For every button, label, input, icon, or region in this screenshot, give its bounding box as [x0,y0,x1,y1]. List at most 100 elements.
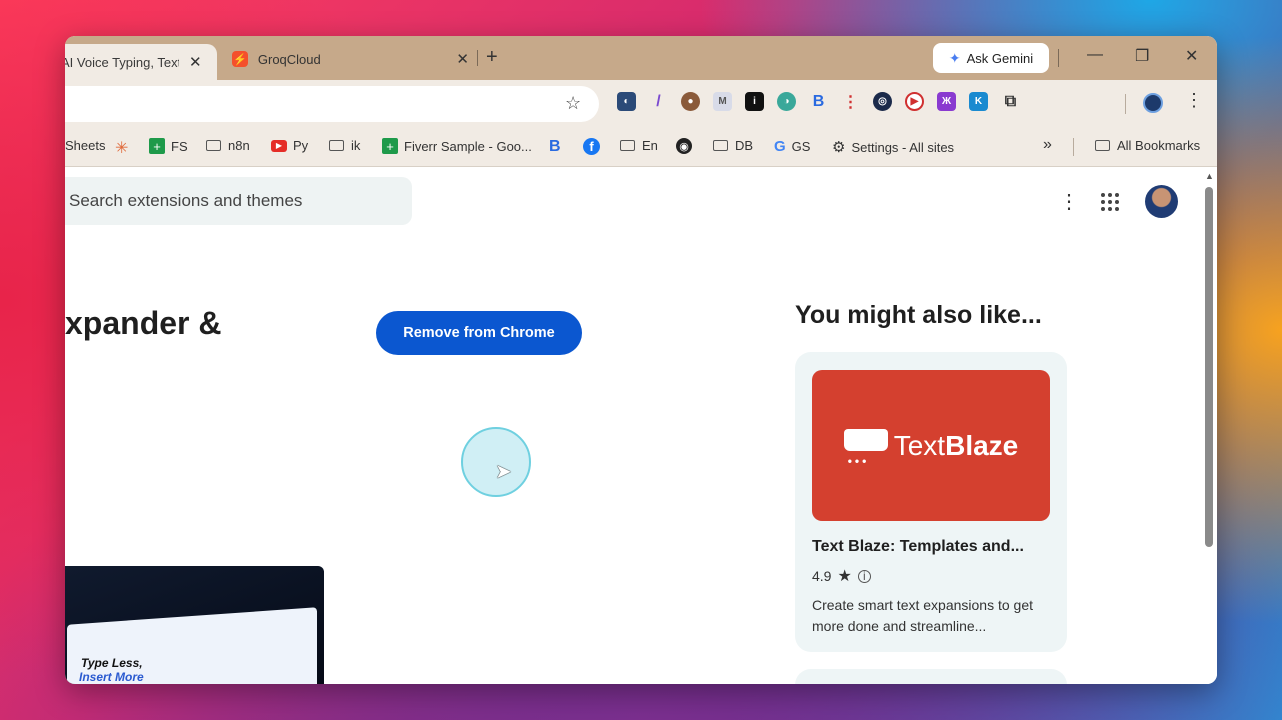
ask-gemini-button[interactable]: ✦ Ask Gemini [933,43,1049,73]
logo-text: TextBlaze [893,429,1019,461]
bookmark-label: DB [735,138,754,153]
card-rating: 4.9 ★ i [812,566,871,586]
google-apps-icon[interactable] [1101,193,1119,211]
extension-icon[interactable]: M [713,92,732,111]
feather-extension-icon[interactable]: / [649,92,668,111]
dots-extension-icon[interactable]: ⋮ [841,92,860,111]
extension-icon[interactable]: ◎ [873,92,892,111]
mouse-cursor-highlight: ➤ [461,427,531,497]
extensions-row: ◐ / ● M i ◑ B ⋮ ◎ ▶ Ж K ⧉ [617,92,1020,111]
gemini-spark-icon: ✦ [948,49,961,66]
info-extension-icon[interactable]: i [745,92,764,111]
card-thumbnail: ••• TextBlaze [812,370,1050,521]
bookmark-ik[interactable]: ik [329,138,360,153]
bookmark-gs[interactable]: G GS [774,138,810,155]
sheets-icon: + [149,138,165,154]
bookmark-label: n8n [228,138,250,153]
promo-text: Insert More [79,670,144,684]
extension-icon[interactable]: Ж [937,92,956,111]
promo-text: Type Less, [81,656,143,670]
restore-icon[interactable]: ❐ [1135,46,1149,66]
divider [1073,138,1074,156]
bookmark-label: Sheets [65,138,106,153]
tab-strip: AI Voice Typing, Text Expander ✕ ⚡ GroqC… [65,36,1217,80]
folder-icon [329,140,344,151]
recommendation-card[interactable] [795,669,1067,684]
folder-icon [206,140,221,151]
bookmark-label: Py [293,138,309,153]
extension-screenshot[interactable]: Type Less, Insert More [65,566,324,684]
textblaze-logo-icon: ••• [843,428,888,468]
facebook-icon: f [583,138,600,155]
avatar[interactable] [1145,185,1178,218]
address-bar[interactable]: ☆ [65,86,599,122]
bookmark-all-bookmarks[interactable]: All Bookmarks [1095,138,1200,153]
bookmark-en[interactable]: En [620,138,658,153]
globe-icon: ◉ [676,138,692,154]
google-icon: G [774,138,786,155]
k-extension-icon[interactable]: K [969,92,988,111]
page-title: xpander & [65,305,222,341]
bookmark-star-icon[interactable]: ☆ [565,93,581,114]
bookmark-fs[interactable]: + FS [149,138,188,154]
bookmark-star[interactable]: ✳ [115,138,134,158]
record-extension-icon[interactable]: ▶ [905,92,924,111]
bookmark-sheets[interactable]: Sheets [65,138,105,153]
star-icon: ★ [837,568,852,585]
close-icon[interactable]: ✕ [189,53,202,71]
page-content: Search extensions and themes ⋮ xpander &… [65,167,1217,684]
scrollbar[interactable]: ▲ [1201,167,1217,684]
bookmark-label: ik [351,138,361,153]
bookmark-label: FS [171,138,188,154]
bookmark-n8n[interactable]: n8n [206,138,250,153]
bookmark-fiverr-sample[interactable]: + Fiverr Sample - Goo... [382,138,532,154]
gear-icon: ⚙ [832,139,846,156]
bookmark-label: En [642,138,658,153]
minimize-icon[interactable]: — [1087,46,1103,64]
remove-from-chrome-button[interactable]: Remove from Chrome [376,311,582,355]
youtube-icon: ▶ [271,139,287,152]
folder-icon [620,140,635,151]
card-title: Text Blaze: Templates and... [812,538,1024,555]
tab-title: AI Voice Typing, Text Expander [65,54,179,70]
scrollbar-thumb[interactable] [1205,187,1213,547]
recommendation-card[interactable]: ••• TextBlaze Text Blaze: Templates and.… [795,352,1067,652]
bookmarks-bar: Sheets ✳ + FS n8n ▶ Py ik + Fiverr Sampl… [65,128,1217,167]
extension-icon[interactable]: ◐ [617,92,636,111]
divider [1125,94,1126,114]
close-icon[interactable]: ✕ [456,50,469,68]
search-input[interactable]: Search extensions and themes [65,177,412,225]
bookmark-blaze[interactable]: B [549,138,567,156]
bookmark-settings[interactable]: ⚙ Settings - All sites [832,138,954,156]
more-bookmarks-icon[interactable]: » [1043,136,1052,154]
folder-icon [1095,140,1110,151]
scroll-up-icon[interactable]: ▲ [1205,171,1214,181]
rating-value: 4.9 [812,568,832,584]
close-window-icon[interactable]: ✕ [1185,46,1198,66]
tab-title: GroqCloud [257,51,321,67]
bookmark-facebook[interactable]: f [583,138,606,155]
sparkle-icon: ✳ [115,140,129,157]
blaze-extension-icon[interactable]: B [809,92,828,111]
bookmark-py[interactable]: ▶ Py [271,138,308,153]
blaze-icon: B [549,138,561,155]
globe-extension-icon[interactable]: ◑ [777,92,796,111]
more-options-icon[interactable]: ⋮ [1059,189,1079,214]
bookmark-db[interactable]: DB [713,138,753,153]
tab-groqcloud[interactable]: ⚡ GroqCloud ✕ [223,44,469,74]
cookie-extension-icon[interactable]: ● [681,92,700,111]
divider [1058,49,1059,67]
tab-active[interactable]: AI Voice Typing, Text Expander ✕ [65,44,217,80]
bookmark-label: Fiverr Sample - Goo... [404,138,532,154]
folder-icon [713,140,728,151]
info-icon[interactable]: i [857,569,871,583]
puzzle-extensions-icon[interactable]: ⧉ [1001,92,1020,111]
bookmark-label: Settings - All sites [851,139,955,155]
toolbar: ☆ ◐ / ● M i ◑ B ⋮ ◎ ▶ Ж K ⧉ ⋮ [65,80,1217,128]
new-tab-icon[interactable]: + [486,46,498,69]
bookmark-globe[interactable]: ◉ [676,138,698,154]
profile-avatar[interactable] [1143,93,1163,113]
menu-icon[interactable]: ⋮ [1185,90,1203,111]
browser-window: AI Voice Typing, Text Expander ✕ ⚡ GroqC… [65,36,1217,684]
pointer-icon: ➤ [495,461,512,483]
